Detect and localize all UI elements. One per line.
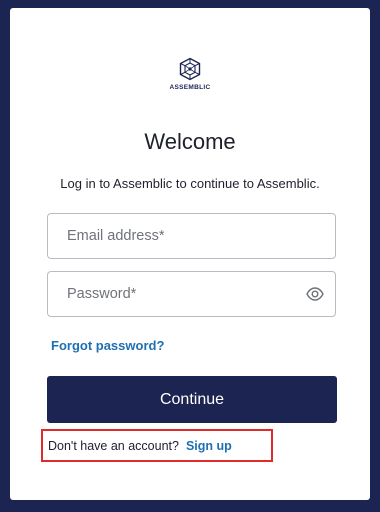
signup-prompt-text: Don't have an account? [48,438,179,453]
page-title: Welcome [144,129,236,154]
password-field[interactable] [48,272,335,316]
login-card: ASSEMBLIC Welcome Log in to Assemblic to… [10,8,370,500]
password-field-container [47,271,336,317]
cube-network-icon [179,57,201,81]
eye-icon[interactable] [306,286,324,302]
email-field-container [47,213,336,259]
continue-button[interactable]: Continue [47,376,337,423]
forgot-password-link[interactable]: Forgot password? [51,338,164,353]
email-field[interactable] [48,214,335,258]
signup-link[interactable]: Sign up [186,439,232,453]
brand-name: ASSEMBLIC [169,84,211,91]
page-subtitle: Log in to Assemblic to continue to Assem… [60,176,320,191]
brand-logo: ASSEMBLIC [10,57,370,91]
signup-prompt-row: Don't have an account? Sign up [41,429,273,462]
